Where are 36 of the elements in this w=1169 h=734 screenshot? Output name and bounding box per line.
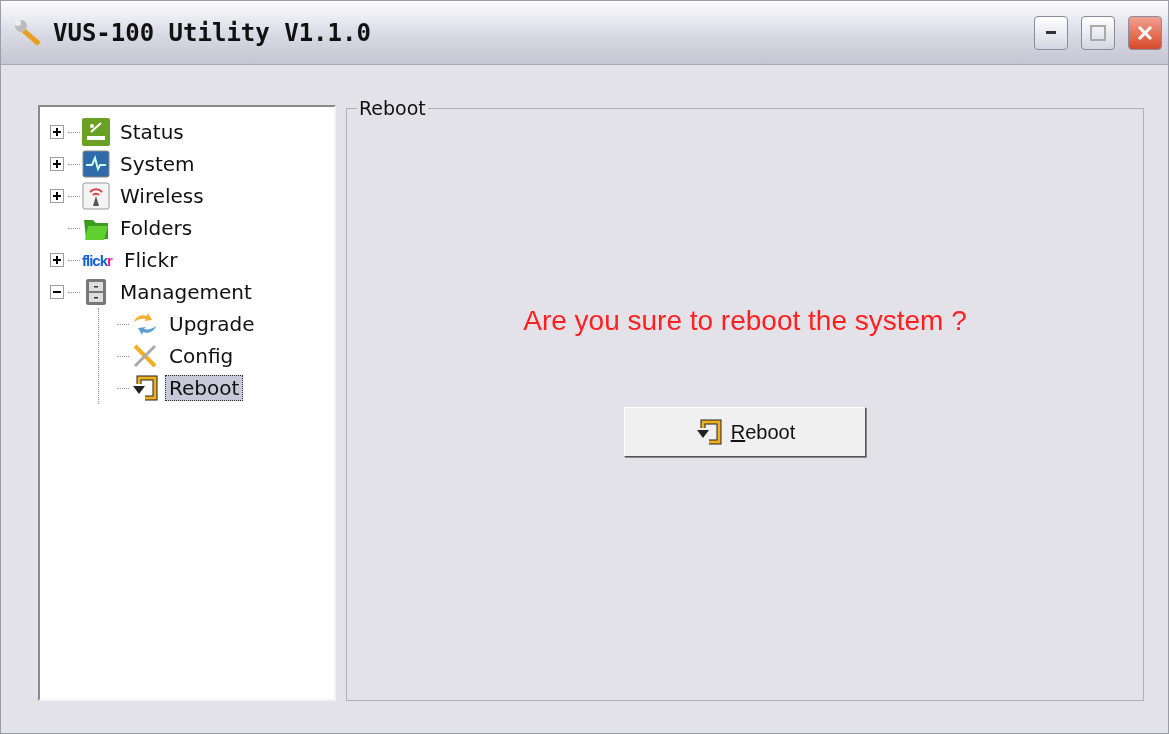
- status-icon: [82, 118, 110, 146]
- minimize-icon: [1046, 30, 1056, 35]
- tree-item[interactable]: System: [116, 151, 199, 177]
- flickr-logo-icon: flickr: [82, 251, 114, 269]
- wrench-icon: [13, 17, 43, 48]
- close-button[interactable]: [1128, 15, 1162, 50]
- tree-item[interactable]: Flickr: [120, 247, 182, 273]
- tree-item[interactable]: Folders: [116, 215, 197, 241]
- reboot-icon: [131, 374, 159, 402]
- expand-toggle[interactable]: [50, 157, 64, 171]
- tree-item[interactable]: Reboot: [165, 375, 244, 401]
- tree-item[interactable]: Management: [116, 279, 256, 305]
- expand-toggle[interactable]: [50, 125, 64, 139]
- collapse-toggle[interactable]: [50, 285, 64, 299]
- minus-icon: [53, 288, 61, 296]
- tree-item[interactable]: Wireless: [116, 183, 208, 209]
- minimize-button[interactable]: [1034, 15, 1068, 50]
- expand-toggle[interactable]: [50, 189, 64, 203]
- reboot-icon: [694, 418, 723, 446]
- tree-item[interactable]: Upgrade: [165, 311, 259, 337]
- tree-item[interactable]: Config: [165, 343, 238, 369]
- plus-icon: [53, 160, 61, 168]
- window-title: VUS-100 Utility V1.1.0: [53, 18, 372, 47]
- plus-icon: [53, 256, 61, 264]
- maximize-icon: [1090, 24, 1106, 41]
- plus-icon: [53, 128, 61, 136]
- tree-item[interactable]: Status: [116, 119, 188, 145]
- maximize-button[interactable]: [1081, 15, 1115, 50]
- reboot-button[interactable]: Reboot: [624, 407, 866, 457]
- antenna-icon: [82, 182, 110, 210]
- tools-icon: [131, 342, 159, 370]
- expand-toggle[interactable]: [50, 253, 64, 267]
- confirm-message: Are you sure to reboot the system ?: [523, 305, 967, 337]
- close-icon: [1136, 23, 1154, 42]
- pulse-monitor-icon: [82, 150, 110, 178]
- plus-icon: [53, 192, 61, 200]
